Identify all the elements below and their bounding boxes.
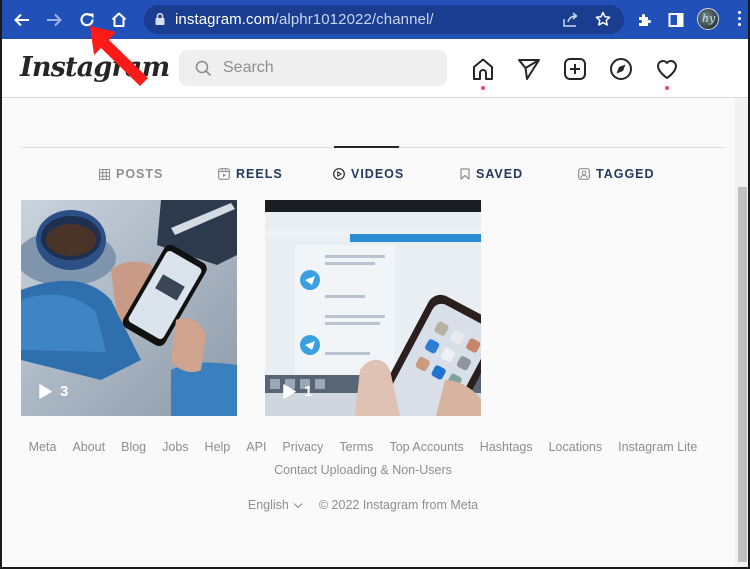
address-bar[interactable]: instagram.com/alphr1012022/channel/	[144, 5, 624, 34]
copyright-text: © 2022 Instagram from Meta	[318, 498, 479, 512]
side-panel-button[interactable]	[665, 9, 687, 31]
tab-posts[interactable]: POSTS	[99, 166, 163, 182]
language-selector[interactable]: English	[248, 498, 303, 512]
footer-link-privacy[interactable]: Privacy	[282, 440, 323, 454]
search-input[interactable]	[223, 58, 423, 78]
instagram-header: Instagram	[2, 39, 748, 98]
language-label: English	[247, 498, 289, 512]
reload-icon	[80, 13, 94, 27]
tab-tagged-label: TAGGED	[596, 167, 655, 181]
page-scrollbar-thumb[interactable]	[738, 187, 747, 562]
url-text[interactable]: instagram.com/alphr1012022/channel/	[175, 11, 434, 28]
footer-link-terms[interactable]: Terms	[339, 440, 373, 454]
footer-link-about[interactable]: About	[72, 440, 105, 454]
instagram-logo[interactable]: Instagram	[20, 52, 170, 83]
new-post-button[interactable]	[562, 56, 588, 82]
tab-reels-label: REELS	[236, 167, 283, 181]
footer-link-contact-uploading[interactable]: Contact Uploading & Non-Users	[274, 463, 452, 477]
footer-links-secondary: Contact Uploading & Non-Users	[2, 463, 724, 477]
search-icon	[195, 60, 212, 77]
direct-messages-icon	[518, 59, 540, 80]
reels-icon	[218, 168, 230, 180]
back-button[interactable]	[11, 9, 33, 31]
view-count-overlay: 1	[283, 383, 312, 400]
forward-button[interactable]	[43, 9, 65, 31]
explore-icon	[610, 58, 632, 80]
home-icon	[473, 58, 493, 80]
menu-icon[interactable]	[738, 11, 742, 27]
lock-icon	[155, 12, 165, 25]
footer-link-instagram-lite[interactable]: Instagram Lite	[618, 440, 697, 454]
footer-bottom: English © 2022 Instagram from Meta	[2, 498, 724, 512]
tab-saved-label: SAVED	[476, 167, 524, 181]
footer-link-locations[interactable]: Locations	[549, 440, 603, 454]
url-path: /alphr1012022/channel/	[274, 11, 434, 28]
direct-messages-button[interactable]	[516, 56, 542, 82]
tab-tagged[interactable]: TAGGED	[578, 166, 655, 182]
footer-link-blog[interactable]: Blog	[121, 440, 146, 454]
new-post-icon	[564, 58, 586, 80]
tab-posts-label: POSTS	[116, 167, 164, 181]
browser-toolbar: instagram.com/alphr1012022/channel/ hy	[2, 0, 748, 39]
footer-link-meta[interactable]: Meta	[29, 440, 57, 454]
home-icon	[111, 12, 127, 27]
footer-link-api[interactable]: API	[246, 440, 266, 454]
extensions-icon	[639, 14, 651, 26]
view-count-overlay: 3	[39, 383, 68, 400]
activity-button[interactable]	[654, 56, 680, 82]
activity-icon	[657, 60, 677, 79]
bookmark-icon	[460, 168, 470, 180]
back-icon	[14, 13, 29, 27]
star-icon[interactable]	[595, 11, 611, 27]
view-count: 3	[60, 383, 69, 400]
share-icon[interactable]	[562, 11, 580, 28]
profile-avatar[interactable]: hy	[697, 8, 719, 30]
footer-link-hashtags[interactable]: Hashtags	[480, 440, 533, 454]
search-box[interactable]	[179, 50, 447, 86]
home-nav-button[interactable]	[470, 56, 496, 82]
forward-icon	[47, 13, 62, 27]
url-host: instagram.com	[175, 11, 275, 28]
active-tab-indicator	[334, 146, 399, 148]
side-panel-icon	[668, 13, 684, 27]
footer-links: Meta About Blog Jobs Help API Privacy Te…	[2, 440, 724, 454]
browser-window: instagram.com/alphr1012022/channel/ hy I…	[0, 0, 750, 569]
tab-videos-label: VIDEOS	[351, 167, 405, 181]
home-notification-dot	[481, 86, 485, 90]
tab-saved[interactable]: SAVED	[460, 166, 523, 182]
view-count: 1	[304, 383, 313, 400]
footer-link-top-accounts[interactable]: Top Accounts	[389, 440, 463, 454]
tab-reels[interactable]: REELS	[218, 166, 283, 182]
video-thumbnail[interactable]: 1	[265, 200, 481, 416]
activity-notification-dot	[665, 86, 669, 90]
video-thumbnail[interactable]: 3	[21, 200, 237, 416]
explore-button[interactable]	[608, 56, 634, 82]
home-button[interactable]	[108, 9, 130, 31]
footer-link-jobs[interactable]: Jobs	[162, 440, 188, 454]
tab-videos[interactable]: VIDEOS	[333, 166, 404, 182]
play-circle-icon	[333, 168, 345, 180]
tagged-icon	[578, 168, 590, 180]
play-icon	[283, 384, 296, 399]
grid-icon	[99, 168, 110, 180]
reload-button[interactable]	[76, 9, 98, 31]
chevron-down-icon	[293, 502, 303, 508]
footer-link-help[interactable]: Help	[205, 440, 231, 454]
play-icon	[39, 384, 52, 399]
extensions-button[interactable]	[634, 9, 656, 31]
